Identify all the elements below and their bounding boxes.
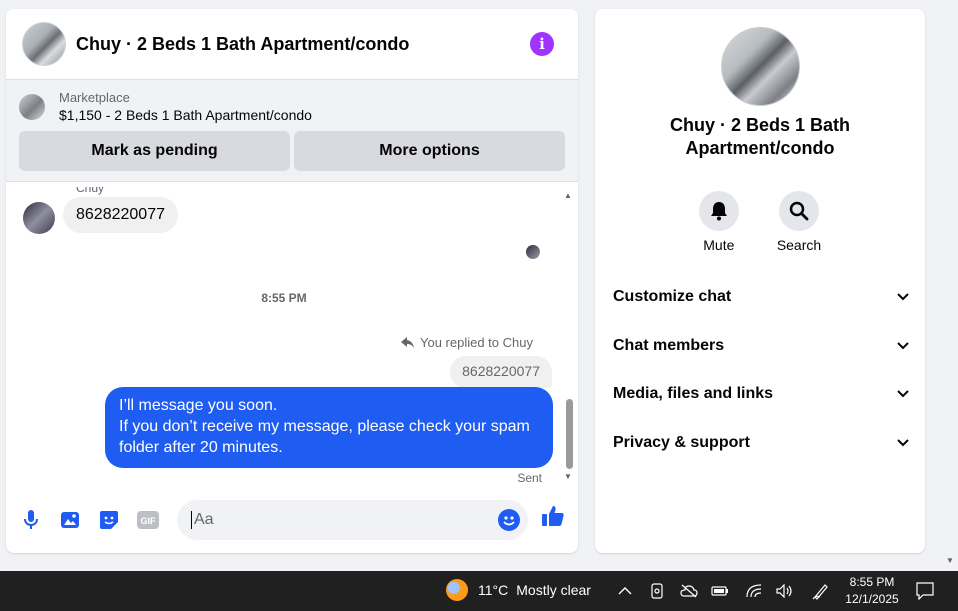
photo-icon[interactable] xyxy=(59,509,81,531)
pen-icon[interactable] xyxy=(812,582,830,600)
chat-info-panel: Chuy · 2 Beds 1 Bath Apartment/condo Mut… xyxy=(595,9,925,553)
message-input-wrapper xyxy=(177,500,528,540)
section-label: Privacy & support xyxy=(613,434,750,451)
mute-button[interactable]: Mute xyxy=(698,191,739,253)
section-label: Media, files and links xyxy=(613,385,774,402)
chevron-down-icon xyxy=(897,439,909,447)
chevron-down-icon xyxy=(897,293,909,301)
notifications-icon[interactable] xyxy=(916,582,934,605)
scroll-up-arrow-icon[interactable]: ▲ xyxy=(564,191,572,200)
chevron-down-icon xyxy=(897,390,909,398)
scroll-down-arrow-icon[interactable]: ▼ xyxy=(564,472,572,481)
gif-icon[interactable]: GIF xyxy=(137,509,159,531)
reply-note: You replied to Chuy xyxy=(401,335,533,350)
message-scrollbar[interactable]: ▲ ▼ xyxy=(564,187,576,485)
meet-now-icon[interactable] xyxy=(648,582,666,600)
chat-panel: Chuy · 2 Beds 1 Bath Apartment/condo i M… xyxy=(6,9,578,553)
emoji-icon[interactable] xyxy=(498,509,520,531)
replied-message-preview[interactable]: 8628220077 xyxy=(450,356,552,388)
message-list: Chuy 8628220077 8:55 PM You replied to C… xyxy=(6,187,578,485)
profile-avatar[interactable] xyxy=(721,27,800,106)
section-media-files-links[interactable]: Media, files and links xyxy=(613,374,909,414)
message-status: Sent xyxy=(517,471,542,485)
page-scroll-down-arrow-icon[interactable]: ▼ xyxy=(946,556,954,565)
search-label: Search xyxy=(776,237,822,253)
outgoing-message[interactable]: I’ll message you soon. If you don’t rece… xyxy=(105,387,553,468)
listing-title[interactable]: $1,150 - 2 Beds 1 Bath Apartment/condo xyxy=(59,107,312,123)
reply-note-text: You replied to Chuy xyxy=(420,335,533,350)
taskbar: 11°C Mostly clear 8:55 PM 12/1/2025 xyxy=(0,571,958,611)
message-timestamp: 8:55 PM xyxy=(261,291,307,305)
mute-label: Mute xyxy=(703,237,735,253)
marketplace-label: Marketplace xyxy=(59,90,130,105)
wifi-icon[interactable] xyxy=(745,582,763,600)
incoming-message[interactable]: 8628220077 xyxy=(63,197,178,233)
volume-icon[interactable] xyxy=(776,582,794,600)
quick-actions: Mute Search xyxy=(595,191,925,253)
battery-icon[interactable] xyxy=(711,582,729,600)
search-icon xyxy=(778,191,819,231)
onedrive-icon[interactable] xyxy=(680,582,698,600)
scroll-thumb[interactable] xyxy=(566,399,573,469)
chat-avatar[interactable] xyxy=(22,22,66,66)
listing-thumbnail[interactable] xyxy=(19,93,45,120)
chevron-down-icon xyxy=(897,342,909,350)
weather-temp: 11°C xyxy=(478,582,509,598)
sticker-icon[interactable] xyxy=(98,509,120,531)
search-button[interactable]: Search xyxy=(777,191,821,253)
reply-arrow-icon xyxy=(401,336,414,348)
svg-text:GIF: GIF xyxy=(141,516,157,526)
microphone-icon[interactable] xyxy=(20,509,42,531)
section-customize-chat[interactable]: Customize chat xyxy=(613,277,909,317)
more-options-button[interactable]: More options xyxy=(294,131,565,171)
text-caret xyxy=(191,511,192,529)
profile-name: Chuy · 2 Beds 1 Bath Apartment/condo xyxy=(669,115,851,158)
chevron-up-icon[interactable] xyxy=(616,582,634,600)
section-chat-members[interactable]: Chat members xyxy=(613,326,909,366)
chat-header: Chuy · 2 Beds 1 Bath Apartment/condo i xyxy=(6,9,578,80)
section-label: Chat members xyxy=(613,337,725,354)
seen-indicator-avatar xyxy=(526,245,540,259)
section-privacy-support[interactable]: Privacy & support xyxy=(613,423,909,463)
bell-icon xyxy=(698,191,739,231)
sender-avatar[interactable] xyxy=(23,202,55,234)
moon-cloud-icon xyxy=(446,579,468,601)
section-label: Customize chat xyxy=(613,288,732,305)
message-input[interactable] xyxy=(194,511,498,529)
weather-condition: Mostly clear xyxy=(516,582,591,598)
taskbar-clock[interactable]: 8:55 PM 12/1/2025 xyxy=(838,574,906,608)
info-icon[interactable]: i xyxy=(530,32,554,56)
clock-time: 8:55 PM xyxy=(849,575,895,589)
mark-as-pending-button[interactable]: Mark as pending xyxy=(19,131,290,171)
thumbs-up-icon[interactable] xyxy=(541,504,565,533)
outgoing-message-text: I’ll message you soon. If you don’t rece… xyxy=(119,397,530,456)
sender-name: Chuy xyxy=(76,187,105,195)
weather-widget[interactable]: 11°C Mostly clear xyxy=(446,579,591,601)
marketplace-bar: Marketplace $1,150 - 2 Beds 1 Bath Apart… xyxy=(6,80,578,182)
clock-date: 12/1/2025 xyxy=(845,592,899,606)
chat-title[interactable]: Chuy · 2 Beds 1 Bath Apartment/condo xyxy=(76,34,530,55)
composer: GIF xyxy=(6,495,578,545)
